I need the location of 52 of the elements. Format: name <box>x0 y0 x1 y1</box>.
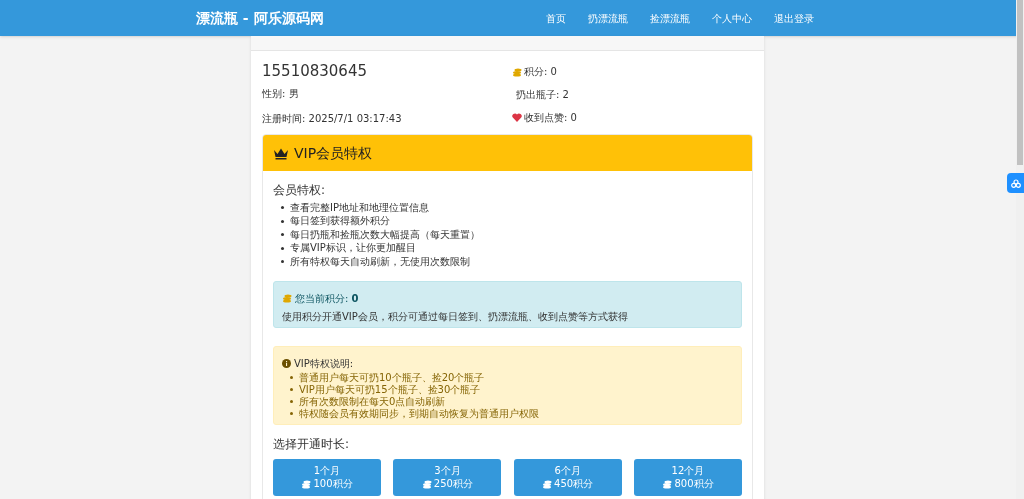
notice-title: VIP特权说明: <box>294 356 354 371</box>
bullet-icon <box>290 400 293 403</box>
bottles-text: 扔出瓶子: 2 <box>515 88 570 102</box>
points-note: 使用积分开通VIP会员，积分可通过每日签到、扔漂流瓶、收到点赞等方式获得 <box>282 310 629 323</box>
bullet-icon <box>281 233 284 237</box>
scrollbar-thumb[interactable] <box>1017 0 1023 165</box>
likes-text: 收到点赞: 0 <box>524 111 577 125</box>
bullet-icon <box>290 412 293 415</box>
nav-link[interactable]: 捡漂流瓶 <box>650 10 690 26</box>
phone-number: 15510830645 <box>262 61 368 81</box>
nav-link[interactable]: 个人中心 <box>712 10 752 26</box>
nav-link[interactable]: 首页 <box>546 10 566 26</box>
notice-item: 特权随会员有效期同步，到期自动恢复为普通用户权限 <box>299 408 539 419</box>
coins-icon <box>542 478 553 489</box>
nav-link[interactable]: 退出登录 <box>774 10 814 26</box>
bullet-icon <box>281 246 284 250</box>
plan-button[interactable]: 3个月 250积分 <box>393 458 502 496</box>
duration-title: 选择开通时长: <box>273 435 351 453</box>
gender-text: 性别: 男 <box>262 87 300 101</box>
benefit-item: 所有特权每天自动刷新，无使用次数限制 <box>290 255 470 268</box>
bullet-icon <box>290 376 293 379</box>
benefit-item: 每日扔瓶和捡瓶次数大幅提高（每天重置） <box>290 228 480 241</box>
points-text: 积分: 0 <box>524 65 557 79</box>
benefit-item: 每日签到获得额外积分 <box>290 215 390 228</box>
coins-icon <box>662 478 673 489</box>
nav-link[interactable]: 扔漂流瓶 <box>588 10 628 26</box>
coins-icon <box>282 293 292 303</box>
bullet-icon <box>281 206 284 210</box>
current-points: 您当前积分: 0 <box>295 291 359 306</box>
vip-title: VIP会员特权 <box>294 143 373 163</box>
benefits-title: 会员特权: <box>273 182 327 199</box>
cluster-icon <box>1010 178 1021 188</box>
info-icon <box>282 358 291 368</box>
notice-item: 普通用户每天可扔10个瓶子、捡20个瓶子 <box>299 372 485 383</box>
notice-item: 所有次数限制在每天0点自动刷新 <box>299 396 446 407</box>
coins-icon <box>301 478 312 489</box>
plan-button[interactable]: 12个月 800积分 <box>634 458 742 496</box>
benefit-item: 专属VIP标识，让你更加醒目 <box>290 242 416 255</box>
floating-button[interactable] <box>1007 173 1024 193</box>
coins-icon <box>421 478 432 489</box>
bullet-icon <box>281 219 284 223</box>
brand-title[interactable]: 漂流瓶 - 阿乐源码网 <box>196 7 324 29</box>
plan-button[interactable]: 1个月 100积分 <box>273 458 381 496</box>
coins-icon <box>512 66 522 77</box>
heart-icon <box>512 113 522 122</box>
notice-item: VIP用户每天可扔15个瓶子、捡30个瓶子 <box>299 384 481 395</box>
register-time: 注册时间: 2025/7/1 03:17:43 <box>262 112 403 126</box>
plan-button[interactable]: 6个月 450积分 <box>513 458 622 496</box>
bullet-icon <box>281 260 284 264</box>
benefit-item: 查看完整IP地址和地理位置信息 <box>290 201 429 214</box>
crown-icon <box>273 146 289 160</box>
bullet-icon <box>290 388 293 391</box>
